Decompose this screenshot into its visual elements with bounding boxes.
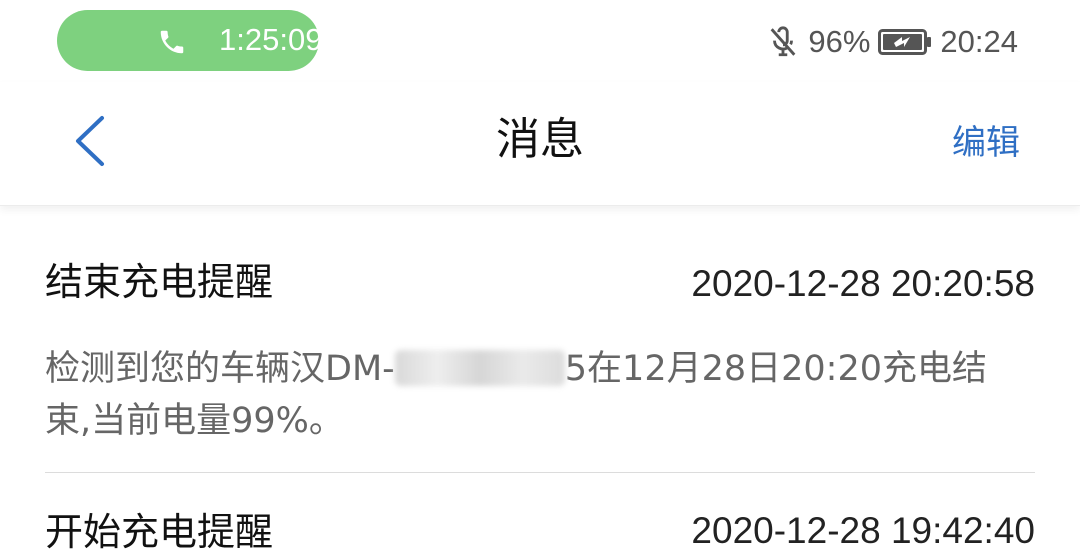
- clock: 20:24: [940, 24, 1018, 59]
- battery-percent: 96%: [808, 24, 871, 59]
- page-title: 消息: [496, 114, 584, 165]
- message-item[interactable]: 开始充电提醒 2020-12-28 19:42:40: [45, 473, 1035, 554]
- message-title: 结束充电提醒: [45, 260, 274, 304]
- message-body: 检测到您的车辆汉DM- 5在12月28日20:20充电结束,当前电量99%。: [45, 343, 1020, 447]
- message-body-prefix: 检测到您的车辆汉DM-: [45, 349, 395, 389]
- phone-icon: [160, 30, 184, 54]
- edit-button[interactable]: 编辑: [952, 122, 1020, 164]
- status-bar: 1:25:09 96% 20:24: [0, 0, 1080, 82]
- mic-off-icon: [770, 26, 796, 57]
- message-time: 2020-12-28 19:42:40: [691, 510, 1035, 551]
- message-item[interactable]: 结束充电提醒 2020-12-28 20:20:58 检测到您的车辆汉DM- 5在…: [45, 207, 1035, 473]
- battery-charging-icon: [878, 29, 932, 55]
- message-list: 结束充电提醒 2020-12-28 20:20:58 检测到您的车辆汉DM- 5在…: [0, 207, 1080, 554]
- message-title: 开始充电提醒: [45, 510, 274, 554]
- message-time: 2020-12-28 20:20:58: [691, 263, 1035, 304]
- ongoing-call-pill[interactable]: 1:25:09: [57, 10, 323, 71]
- redacted-plate-number: [394, 350, 565, 386]
- call-timer: 1:25:09: [219, 22, 323, 57]
- top-navigation-bar: 消息 编辑: [0, 82, 1080, 206]
- status-right-group: 96% 20:24: [766, 20, 1018, 64]
